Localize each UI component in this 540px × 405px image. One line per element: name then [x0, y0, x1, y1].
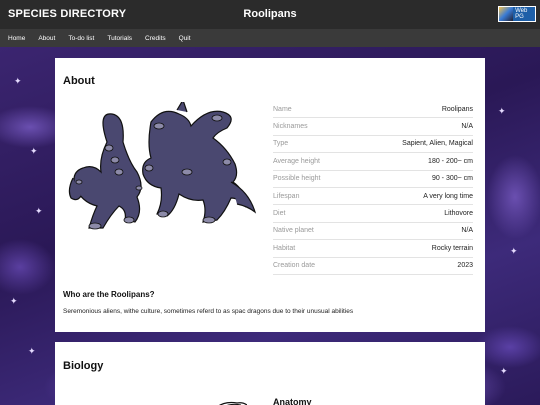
info-value: 180 - 200~ cm: [428, 157, 473, 165]
info-label: Lifespan: [273, 192, 300, 200]
star-icon: ✦: [35, 206, 43, 216]
info-label: Average height: [273, 157, 320, 165]
info-row-name: Name Roolipans: [273, 101, 473, 119]
info-label: Type: [273, 140, 289, 148]
nav-home[interactable]: Home: [8, 35, 25, 42]
anatomy-illustration: [218, 401, 247, 405]
info-label: Creation date: [273, 262, 316, 270]
star-icon: ✦: [498, 106, 506, 116]
info-label: Name: [273, 105, 292, 113]
site-title[interactable]: SPECIES DIRECTORY: [8, 8, 126, 20]
nav-bar: Home About To-do list Tutorials Credits …: [0, 29, 540, 47]
who-are-heading: Who are the Roolipans?: [63, 290, 155, 299]
info-label: Possible height: [273, 175, 321, 183]
anatomy-heading: Anatomy: [273, 397, 312, 405]
about-card: About Name Roolipans Nicknames N/A Type …: [55, 58, 485, 332]
info-label: Habitat: [273, 244, 296, 252]
info-value: Sapient, Alien, Magical: [402, 140, 473, 148]
star-icon: ✦: [28, 346, 36, 356]
nav-quit[interactable]: Quit: [179, 35, 191, 42]
info-row-average-height: Average height 180 - 200~ cm: [273, 153, 473, 171]
info-row-creation-date: Creation date 2023: [273, 258, 473, 275]
info-row-diet: Diet Lithovore: [273, 205, 473, 223]
nav-todo-list[interactable]: To-do list: [68, 35, 94, 42]
badge-label: Web PG: [515, 8, 528, 20]
info-row-habitat: Habitat Rocky terrain: [273, 240, 473, 258]
biology-heading: Biology: [63, 360, 104, 372]
info-value: A very long time: [423, 192, 473, 200]
biology-card: Biology Anatomy: [55, 342, 485, 405]
star-icon: ✦: [14, 76, 22, 86]
info-value: Rocky terrain: [431, 244, 473, 252]
star-icon: ✦: [30, 146, 38, 156]
roolipan-illustration: [68, 102, 257, 230]
top-bar: SPECIES DIRECTORY Roolipans Web PG: [0, 0, 540, 29]
info-row-possible-height: Possible height 90 - 300~ cm: [273, 171, 473, 188]
nav-credits[interactable]: Credits: [145, 35, 166, 42]
info-value: N/A: [461, 227, 473, 235]
info-label: Native planet: [273, 227, 314, 235]
info-value: 2023: [457, 262, 473, 270]
info-value: N/A: [461, 123, 473, 131]
info-row-lifespan: Lifespan A very long time: [273, 188, 473, 206]
info-value: 90 - 300~ cm: [431, 175, 473, 183]
info-label: Diet: [273, 210, 286, 218]
info-value: Roolipans: [441, 105, 473, 113]
species-info-table: Name Roolipans Nicknames N/A Type Sapien…: [273, 101, 473, 275]
species-description: Seremonious aliens, withe culture, somet…: [63, 308, 354, 315]
webpg-badge-icon[interactable]: Web PG: [498, 6, 536, 22]
star-icon: ✦: [500, 366, 508, 376]
info-row-type: Type Sapient, Alien, Magical: [273, 136, 473, 154]
info-label: Nicknames: [273, 123, 308, 131]
info-value: Lithovore: [444, 210, 473, 218]
info-row-native-planet: Native planet N/A: [273, 223, 473, 241]
nav-tutorials[interactable]: Tutorials: [107, 35, 132, 42]
info-row-nicknames: Nicknames N/A: [273, 118, 473, 136]
star-icon: ✦: [510, 246, 518, 256]
star-icon: ✦: [10, 296, 18, 306]
about-heading: About: [63, 75, 95, 87]
badge-image: [499, 7, 514, 21]
nav-about[interactable]: About: [38, 35, 55, 42]
